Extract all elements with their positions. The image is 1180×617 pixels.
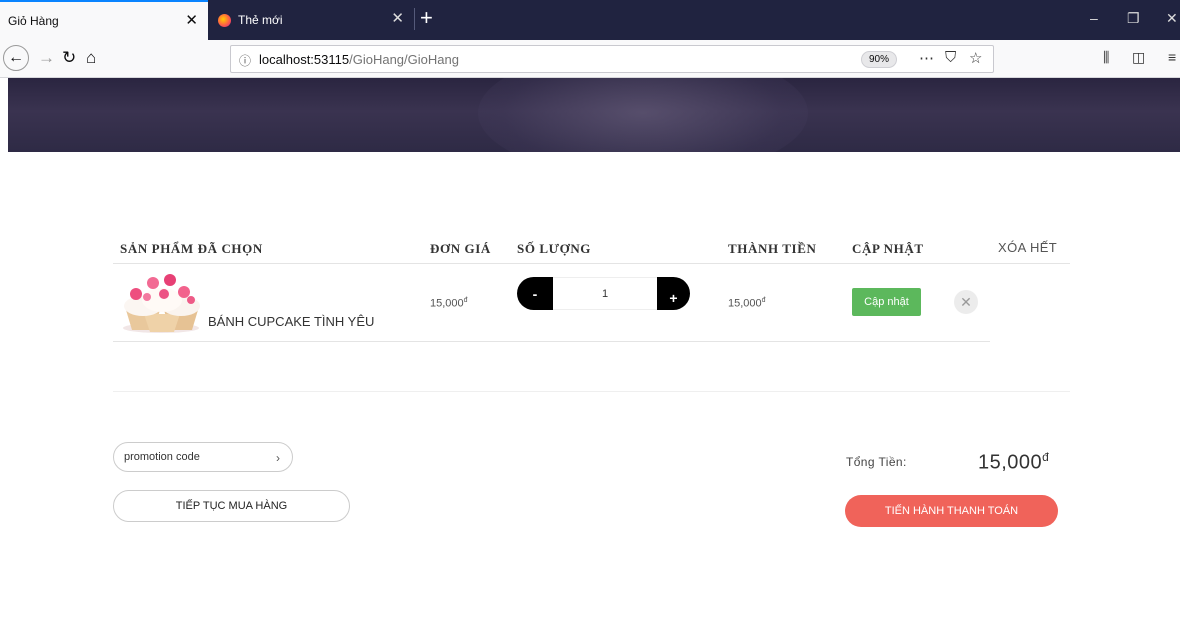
tab-title: Giỏ Hàng [8, 14, 59, 28]
restore-icon[interactable]: ❐ [1127, 10, 1140, 26]
header-subtotal: THÀNH TIỀN [728, 241, 817, 256]
sidebar-icon[interactable]: ◫ [1132, 49, 1145, 66]
close-icon[interactable]: ✕ [185, 13, 198, 28]
browser-nav-bar: ← → ↻ ⌂ ⓘ localhost:53115/GioHang/GioHan… [0, 40, 1180, 78]
window-close-icon[interactable]: ✕ [1166, 10, 1178, 26]
reload-icon[interactable]: ↻ [62, 48, 76, 68]
total-label: Tổng Tiền: [846, 455, 907, 469]
header-unit-price: ĐƠN GIÁ [430, 241, 491, 256]
menu-icon[interactable]: ≡ [1168, 49, 1176, 65]
decrease-quantity-button[interactable]: - [517, 277, 553, 310]
remove-item-icon[interactable]: ✕ [954, 290, 978, 314]
page-banner [8, 78, 1180, 152]
info-icon[interactable]: ⓘ [239, 52, 251, 69]
url-text: localhost:53115/GioHang/GioHang [259, 52, 459, 67]
library-icon[interactable]: ⫼ [1103, 49, 1109, 66]
product-name[interactable]: BÁNH CUPCAKE TÌNH YÊU [208, 314, 374, 329]
forward-icon[interactable]: → [38, 48, 55, 68]
promotion-placeholder: promotion code [124, 451, 200, 463]
banner-image [478, 78, 808, 152]
checkout-button[interactable]: TIẾN HÀNH THANH TOÁN [845, 495, 1058, 527]
subtotal-price: 15,000đ [728, 297, 766, 310]
more-actions-icon[interactable]: ⋯ [919, 49, 934, 67]
header-quantity: SỐ LƯỢNG [517, 241, 592, 256]
total-value: 15,000đ [978, 450, 1050, 474]
header-product: SẢN PHẨM ĐÃ CHỌN [120, 241, 263, 256]
continue-shopping-button[interactable]: TIẾP TỤC MUA HÀNG [113, 490, 350, 522]
quantity-stepper: - 1 + [517, 277, 690, 310]
unit-price: 15,000đ [430, 297, 468, 310]
section-divider [113, 391, 1070, 392]
bookmark-star-icon[interactable]: ☆ [969, 49, 982, 67]
clear-all-link[interactable]: XÓA HẾT [998, 240, 1057, 255]
increase-quantity-button[interactable]: + [657, 277, 690, 310]
update-button[interactable]: Cập nhật [852, 288, 921, 316]
header-update: CẬP NHẬT [852, 241, 924, 256]
tab-new[interactable]: Thẻ mới ✕ [208, 0, 414, 40]
chevron-right-icon[interactable]: › [276, 451, 280, 465]
tab-divider [414, 8, 415, 30]
url-bar[interactable]: ⓘ localhost:53115/GioHang/GioHang 90% ⋯ … [230, 45, 994, 73]
home-icon[interactable]: ⌂ [86, 48, 96, 68]
product-image[interactable] [120, 270, 202, 334]
header-divider [113, 263, 1070, 264]
close-icon[interactable]: ✕ [391, 11, 404, 26]
quantity-input[interactable]: 1 [553, 277, 657, 310]
tab-cart[interactable]: Giỏ Hàng ✕ [0, 0, 208, 40]
promotion-code-input[interactable]: promotion code › [113, 442, 293, 472]
new-tab-icon[interactable]: + [420, 6, 433, 30]
browser-tab-bar: Giỏ Hàng ✕ Thẻ mới ✕ + – ❐ ✕ [0, 0, 1180, 40]
firefox-icon [218, 13, 231, 27]
tab-title: Thẻ mới [238, 13, 283, 27]
back-icon[interactable]: ← [3, 45, 29, 71]
row-divider [113, 341, 990, 342]
pocket-icon[interactable]: ⛉ [945, 49, 956, 66]
zoom-level[interactable]: 90% [861, 51, 897, 68]
minimize-icon[interactable]: – [1090, 10, 1098, 26]
